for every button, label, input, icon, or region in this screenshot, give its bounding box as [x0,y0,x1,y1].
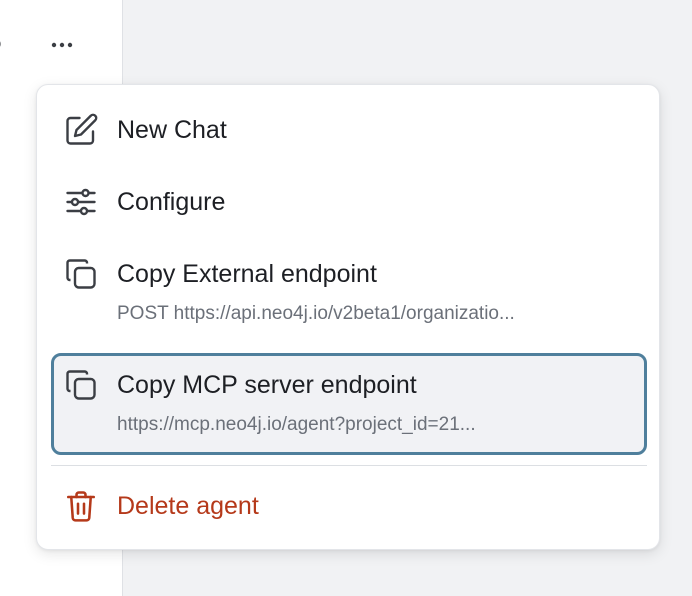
copy-external-endpoint-menu-item[interactable]: Copy External endpoint POST https://api.… [51,243,647,337]
new-chat-menu-item[interactable]: New Chat [51,99,647,161]
delete-agent-menu-item[interactable]: Delete agent [51,475,647,537]
delete-agent-label: Delete agent [117,492,259,520]
partial-icon [0,36,6,52]
sliders-icon [63,184,99,220]
agent-actions-menu: New Chat Configure Copy External endpoin… [36,84,660,550]
more-horizontal-icon [51,42,73,48]
more-options-button[interactable] [44,28,80,62]
configure-label: Configure [117,188,226,216]
menu-divider [51,465,647,466]
copy-mcp-server-endpoint-menu-item[interactable]: Copy MCP server endpoint https://mcp.neo… [51,353,647,455]
mcp-server-endpoint-url: https://mcp.neo4j.io/agent?project_id=21… [117,414,476,435]
edit-icon [63,112,99,148]
external-endpoint-url: POST https://api.neo4j.io/v2beta1/organi… [117,303,515,324]
copy-icon [63,256,99,292]
copy-mcp-server-endpoint-label: Copy MCP server endpoint [117,371,417,399]
copy-external-endpoint-label: Copy External endpoint [117,260,377,288]
trash-icon [63,488,99,524]
copy-icon [63,367,99,403]
configure-menu-item[interactable]: Configure [51,171,647,233]
new-chat-label: New Chat [117,116,227,144]
